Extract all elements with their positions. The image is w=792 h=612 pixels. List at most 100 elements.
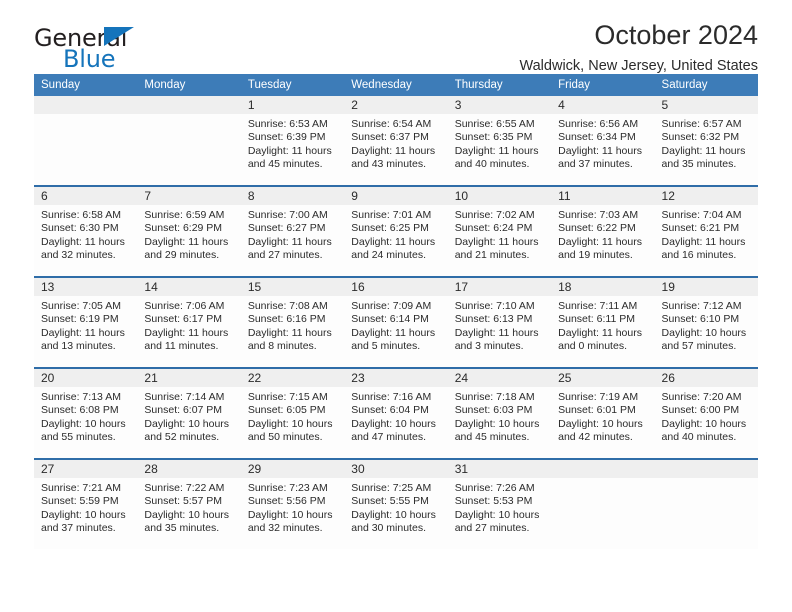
calendar-day-cell[interactable]: 20 Sunrise: 7:13 AM Sunset: 6:08 PM Dayligh… (34, 367, 138, 459)
calendar-day-cell[interactable]: 19 Sunrise: 7:12 AM Sunset: 6:10 PM Dayligh… (654, 276, 758, 368)
daylight-duration-line2: and 37 minutes. (41, 521, 116, 534)
calendar-body: 1 Sunrise: 6:53 AM Sunset: 6:39 PM Daylight… (34, 96, 758, 549)
sunrise-time: Sunrise: 6:53 AM (247, 118, 328, 130)
calendar-week-row: 6 Sunrise: 6:58 AM Sunset: 6:30 PM Daylight… (34, 185, 758, 277)
day-number: 5 (654, 96, 758, 114)
day-number: 23 (344, 369, 448, 387)
daylight-duration-line2: and 45 minutes. (454, 430, 530, 443)
day-cell-details: Sunrise: 7:25 AM Sunset: 5:55 PM Daylight:… (344, 478, 447, 535)
day-cell-inner (551, 460, 655, 549)
day-cell-details: Sunrise: 6:53 AM Sunset: 6:39 PM Daylight:… (241, 114, 344, 171)
sunset-time: Sunset: 6:10 PM (661, 313, 740, 326)
calendar-day-cell[interactable]: 4 Sunrise: 6:56 AM Sunset: 6:34 PM Daylight… (551, 96, 655, 186)
sunset-time: Sunset: 6:13 PM (454, 313, 533, 326)
calendar-day-cell[interactable]: 31 Sunrise: 7:26 AM Sunset: 5:53 PM Dayligh… (447, 458, 552, 549)
day-number: 21 (137, 369, 241, 387)
day-cell-details: Sunrise: 6:54 AM Sunset: 6:37 PM Daylight:… (344, 114, 447, 171)
day-cell-inner: 5 Sunrise: 6:57 AM Sunset: 6:32 PM Daylight… (654, 96, 758, 185)
sunrise-time: Sunrise: 6:56 AM (558, 118, 639, 130)
calendar-day-cell[interactable]: 27 Sunrise: 7:21 AM Sunset: 5:59 PM Dayligh… (34, 458, 138, 549)
day-cell-details: Sunrise: 6:58 AM Sunset: 6:30 PM Daylight:… (34, 205, 137, 262)
weekday-header-sunday: Sunday (34, 74, 138, 96)
calendar-day-cell[interactable]: 21 Sunrise: 7:14 AM Sunset: 6:07 PM Dayligh… (137, 367, 241, 459)
sunset-time: Sunset: 6:29 PM (144, 222, 223, 235)
daylight-duration-line1: Daylight: 10 hours (351, 508, 436, 521)
weekday-header-friday: Friday (551, 74, 655, 96)
daylight-duration-line2: and 32 minutes. (41, 248, 116, 261)
calendar-day-cell[interactable]: 10 Sunrise: 7:02 AM Sunset: 6:24 PM Dayligh… (447, 185, 552, 277)
calendar-day-cell[interactable]: 12 Sunrise: 7:04 AM Sunset: 6:21 PM Dayligh… (654, 185, 758, 277)
daylight-duration-line1: Daylight: 10 hours (144, 417, 230, 430)
day-number: 12 (654, 187, 758, 205)
day-number: 13 (34, 278, 138, 296)
calendar-day-cell[interactable]: 17 Sunrise: 7:10 AM Sunset: 6:13 PM Dayligh… (447, 276, 552, 368)
day-cell-details: Sunrise: 7:09 AM Sunset: 6:14 PM Daylight:… (344, 296, 447, 353)
daylight-duration-line2: and 42 minutes. (558, 430, 633, 443)
calendar-day-cell[interactable]: 18 Sunrise: 7:11 AM Sunset: 6:11 PM Dayligh… (551, 276, 655, 368)
calendar-day-cell[interactable]: 5 Sunrise: 6:57 AM Sunset: 6:32 PM Daylight… (654, 96, 758, 186)
weekday-header-wednesday: Wednesday (344, 74, 448, 96)
daylight-duration-line2: and 43 minutes. (351, 157, 426, 170)
calendar-day-cell[interactable]: 22 Sunrise: 7:15 AM Sunset: 6:05 PM Dayligh… (240, 367, 345, 459)
sunrise-time: Sunrise: 7:21 AM (41, 482, 121, 494)
daylight-duration-line1: Daylight: 10 hours (41, 417, 126, 430)
calendar-day-cell[interactable]: 14 Sunrise: 7:06 AM Sunset: 6:17 PM Dayligh… (137, 276, 241, 368)
calendar-day-cell[interactable]: 7 Sunrise: 6:59 AM Sunset: 6:29 PM Daylight… (137, 185, 241, 277)
calendar-week-row: 20 Sunrise: 7:13 AM Sunset: 6:08 PM Dayligh… (34, 367, 758, 459)
calendar-day-cell[interactable]: 9 Sunrise: 7:01 AM Sunset: 6:25 PM Daylight… (344, 185, 448, 277)
sunset-time: Sunset: 6:14 PM (351, 313, 429, 326)
calendar-day-cell[interactable]: 24 Sunrise: 7:18 AM Sunset: 6:03 PM Dayligh… (447, 367, 552, 459)
calendar-day-cell[interactable]: 2 Sunrise: 6:54 AM Sunset: 6:37 PM Daylight… (344, 96, 448, 186)
sunset-time: Sunset: 6:34 PM (558, 131, 636, 144)
day-cell-inner: 6 Sunrise: 6:58 AM Sunset: 6:30 PM Daylight… (34, 187, 138, 276)
sunset-time: Sunset: 5:53 PM (454, 495, 533, 508)
day-cell-inner: 19 Sunrise: 7:12 AM Sunset: 6:10 PM Dayligh… (654, 278, 758, 367)
day-number: 31 (447, 460, 552, 478)
general-blue-logo[interactable]: General Blue (34, 24, 294, 74)
sunrise-time: Sunrise: 7:00 AM (247, 209, 328, 221)
calendar-day-cell[interactable]: 6 Sunrise: 6:58 AM Sunset: 6:30 PM Daylight… (34, 185, 138, 277)
calendar-day-cell[interactable]: 26 Sunrise: 7:20 AM Sunset: 6:00 PM Dayligh… (654, 367, 758, 459)
calendar-day-cell[interactable]: 29 Sunrise: 7:23 AM Sunset: 5:56 PM Dayligh… (240, 458, 345, 549)
sunrise-time: Sunrise: 7:26 AM (454, 482, 535, 494)
sunrise-time: Sunrise: 7:11 AM (558, 300, 638, 312)
calendar-day-cell[interactable]: 1 Sunrise: 6:53 AM Sunset: 6:39 PM Daylight… (240, 96, 345, 186)
sunrise-time: Sunrise: 7:12 AM (661, 300, 742, 312)
day-number: 11 (551, 187, 655, 205)
day-number: 28 (137, 460, 241, 478)
day-cell-inner: 24 Sunrise: 7:18 AM Sunset: 6:03 PM Dayligh… (447, 369, 552, 458)
calendar-day-cell[interactable]: 28 Sunrise: 7:22 AM Sunset: 5:57 PM Dayligh… (137, 458, 241, 549)
day-cell-inner: 2 Sunrise: 6:54 AM Sunset: 6:37 PM Daylight… (344, 96, 448, 185)
calendar-day-cell[interactable]: 30 Sunrise: 7:25 AM Sunset: 5:55 PM Dayligh… (344, 458, 448, 549)
sunset-time: Sunset: 6:05 PM (247, 404, 326, 417)
calendar-day-cell[interactable]: 15 Sunrise: 7:08 AM Sunset: 6:16 PM Dayligh… (240, 276, 345, 368)
daylight-duration-line2: and 24 minutes. (351, 248, 426, 261)
sunrise-time: Sunrise: 6:54 AM (351, 118, 432, 130)
calendar-day-cell[interactable]: 3 Sunrise: 6:55 AM Sunset: 6:35 PM Daylight… (447, 96, 552, 186)
day-cell-inner: 20 Sunrise: 7:13 AM Sunset: 6:08 PM Dayligh… (34, 369, 138, 458)
sunrise-time: Sunrise: 6:59 AM (144, 209, 225, 221)
day-number: 20 (34, 369, 138, 387)
calendar-day-cell[interactable]: 8 Sunrise: 7:00 AM Sunset: 6:27 PM Daylight… (240, 185, 345, 277)
day-cell-inner: 18 Sunrise: 7:11 AM Sunset: 6:11 PM Dayligh… (551, 278, 655, 367)
daylight-duration-line2: and 50 minutes. (247, 430, 323, 443)
calendar-day-cell[interactable]: 11 Sunrise: 7:03 AM Sunset: 6:22 PM Dayligh… (551, 185, 655, 277)
day-number: 17 (447, 278, 552, 296)
sunset-time: Sunset: 5:59 PM (41, 495, 119, 508)
calendar-day-cell[interactable]: 25 Sunrise: 7:19 AM Sunset: 6:01 PM Dayligh… (551, 367, 655, 459)
sunset-time: Sunset: 6:04 PM (351, 404, 429, 417)
day-number: 22 (240, 369, 345, 387)
day-cell-inner: 22 Sunrise: 7:15 AM Sunset: 6:05 PM Dayligh… (240, 369, 345, 458)
daylight-duration-line1: Daylight: 10 hours (661, 417, 747, 430)
calendar-day-cell[interactable]: 13 Sunrise: 7:05 AM Sunset: 6:19 PM Dayligh… (34, 276, 138, 368)
daylight-duration-line1: Daylight: 11 hours (247, 326, 332, 339)
daylight-duration-line1: Daylight: 11 hours (351, 326, 436, 339)
calendar-day-cell[interactable]: 23 Sunrise: 7:16 AM Sunset: 6:04 PM Dayligh… (344, 367, 448, 459)
daylight-duration-line2: and 57 minutes. (661, 339, 737, 352)
daylight-duration-line2: and 30 minutes. (351, 521, 426, 534)
sunrise-time: Sunrise: 7:01 AM (351, 209, 432, 221)
day-cell-inner: 11 Sunrise: 7:03 AM Sunset: 6:22 PM Dayligh… (551, 187, 655, 276)
day-cell-inner: 30 Sunrise: 7:25 AM Sunset: 5:55 PM Dayligh… (344, 460, 448, 549)
sunset-time: Sunset: 6:16 PM (247, 313, 326, 326)
calendar-day-cell[interactable]: 16 Sunrise: 7:09 AM Sunset: 6:14 PM Dayligh… (344, 276, 448, 368)
